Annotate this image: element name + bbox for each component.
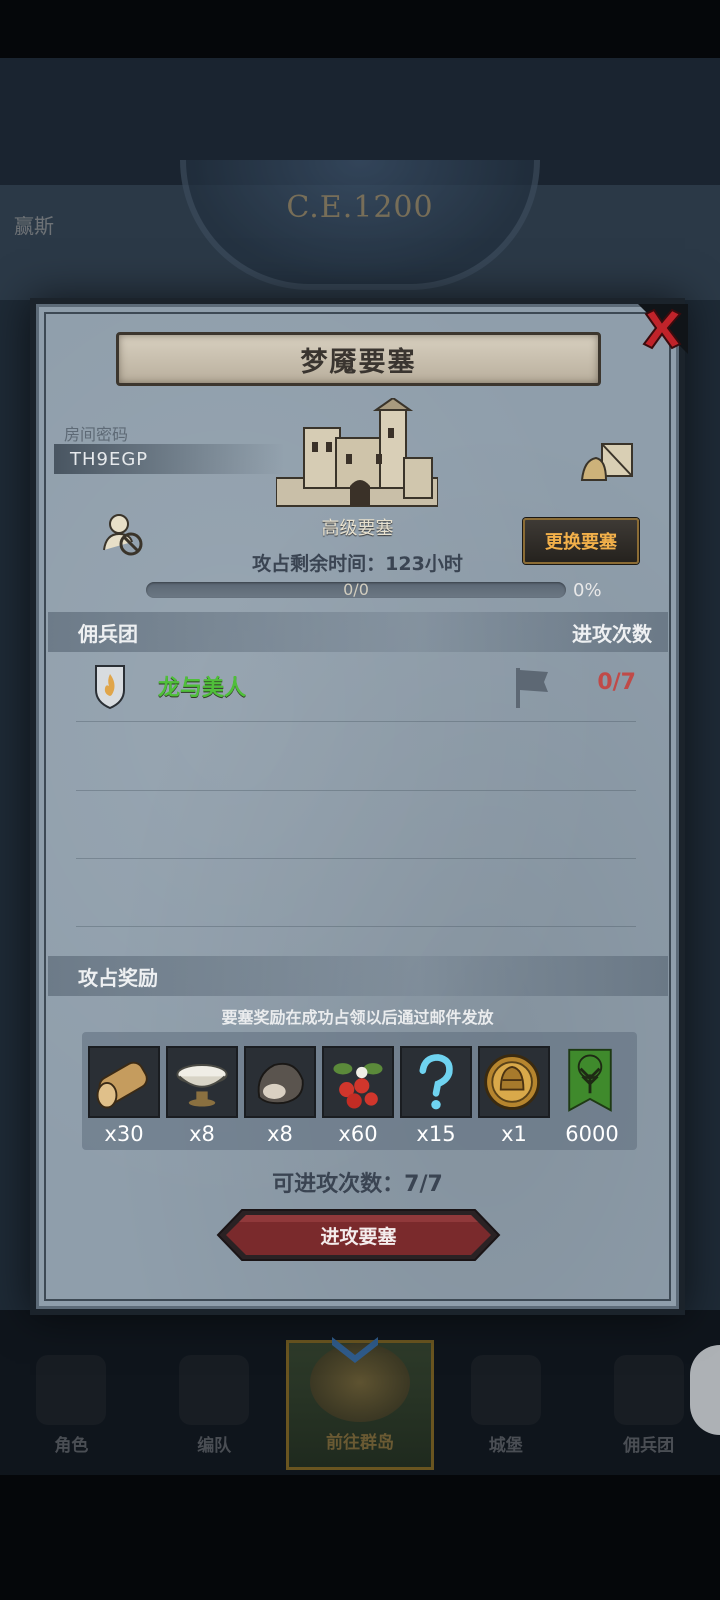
reward-item[interactable]: x8 xyxy=(166,1046,238,1146)
reward-qty: x30 xyxy=(104,1122,144,1146)
reward-panel: x30 x8 x8 x60 x15 x1 6000 xyxy=(82,1032,637,1150)
castle-icon xyxy=(470,1355,541,1425)
reward-section-label: 攻占奖励 xyxy=(78,965,158,990)
mercenary-name: 龙与美人 xyxy=(158,676,247,701)
mercenary-table-header: 佣兵团 进攻次数 xyxy=(48,612,668,652)
reward-qty: 6000 xyxy=(565,1122,619,1146)
close-icon[interactable] xyxy=(636,304,688,356)
nav-label: 城堡 xyxy=(488,1436,523,1456)
mercenary-tower-icon xyxy=(613,1355,684,1425)
knight-coin-icon xyxy=(478,1046,550,1118)
wood-log-icon xyxy=(88,1046,160,1118)
fortress-modal: 梦魇要塞 房间密码 TH9EGP 高级要塞 更换要塞 攻占剩余时间：123小时 … xyxy=(30,298,688,1315)
nav-label: 角色 xyxy=(54,1436,89,1456)
room-code-bar[interactable]: TH9EGP xyxy=(54,444,284,474)
empty-row-divider xyxy=(76,926,636,927)
green-tree-banner-icon xyxy=(556,1046,628,1118)
attack-fortress-label: 进攻要塞 xyxy=(320,1226,397,1248)
porcelain-bowl-icon xyxy=(166,1046,238,1118)
room-code-value: TH9EGP xyxy=(70,448,149,470)
truffle-icon xyxy=(244,1046,316,1118)
mercenary-column-label: 佣兵团 xyxy=(78,621,138,646)
background-location-text: 赢斯 xyxy=(14,214,54,238)
nav-label: 前往群岛 xyxy=(325,1433,394,1453)
nav-item-mercenary[interactable]: 佣兵团 xyxy=(577,1340,720,1470)
attack-count-column-label: 进攻次数 xyxy=(572,621,652,646)
occupation-time: 攻占剩余时间：123小时 xyxy=(36,549,679,576)
occupation-time-value: 123小时 xyxy=(385,553,463,575)
progress-percent: 0% xyxy=(573,580,602,601)
nav-label: 佣兵团 xyxy=(623,1436,675,1456)
formation-helmet-icon xyxy=(179,1355,250,1425)
knight-helmet-icon xyxy=(36,1355,107,1425)
mercenary-attack-count: 0/7 xyxy=(597,670,636,695)
reward-item[interactable]: x8 xyxy=(244,1046,316,1146)
nav-item-character[interactable]: 角色 xyxy=(0,1340,143,1470)
occupation-progress-bar: 0/0 xyxy=(146,580,566,599)
room-code-label: 房间密码 xyxy=(64,425,129,444)
title-banner: 梦魇要塞 xyxy=(116,332,601,386)
reward-item[interactable]: x1 xyxy=(478,1046,550,1146)
attack-fortress-button[interactable]: 进攻要塞 xyxy=(216,1208,501,1262)
era-label: C.E.1200 xyxy=(286,190,434,225)
fire-shield-icon xyxy=(95,665,125,710)
reward-item[interactable]: x30 xyxy=(88,1046,160,1146)
nav-item-formation[interactable]: 编队 xyxy=(143,1340,286,1470)
fortress-castle-icon xyxy=(276,398,438,507)
flag-icon xyxy=(516,668,548,708)
reward-qty: x1 xyxy=(501,1122,527,1146)
reward-qty: x15 xyxy=(416,1122,456,1146)
progress-text: 0/0 xyxy=(343,580,369,599)
reward-section-header: 攻占奖励 xyxy=(48,956,668,996)
mystery-question-icon xyxy=(400,1046,472,1118)
remaining-attempts-value: 7/7 xyxy=(404,1172,443,1197)
supply-crate-icon xyxy=(580,443,633,481)
remaining-attempts-label: 可进攻次数： xyxy=(272,1172,405,1197)
berries-icon xyxy=(322,1046,394,1118)
reward-qty: x60 xyxy=(338,1122,378,1146)
reward-item[interactable]: x15 xyxy=(400,1046,472,1146)
reward-item[interactable]: x60 xyxy=(322,1046,394,1146)
reward-qty: x8 xyxy=(267,1122,293,1146)
reward-qty: x8 xyxy=(189,1122,215,1146)
nav-label: 编队 xyxy=(197,1436,232,1456)
remaining-attempts: 可进攻次数：7/7 xyxy=(36,1166,679,1198)
chevron-down-icon xyxy=(332,1337,378,1363)
reward-item[interactable]: 6000 xyxy=(556,1046,628,1146)
empty-row-divider xyxy=(76,790,636,791)
mercenary-row[interactable]: 龙与美人 0/7 xyxy=(76,654,636,722)
occupation-time-label: 攻占剩余时间： xyxy=(252,553,386,575)
era-dial xyxy=(180,160,540,290)
empty-row-divider xyxy=(76,858,636,859)
modal-title: 梦魇要塞 xyxy=(300,346,417,378)
reward-note: 要塞奖励在成功占领以后通过邮件发放 xyxy=(221,1008,494,1027)
nav-item-castle[interactable]: 城堡 xyxy=(434,1340,577,1470)
